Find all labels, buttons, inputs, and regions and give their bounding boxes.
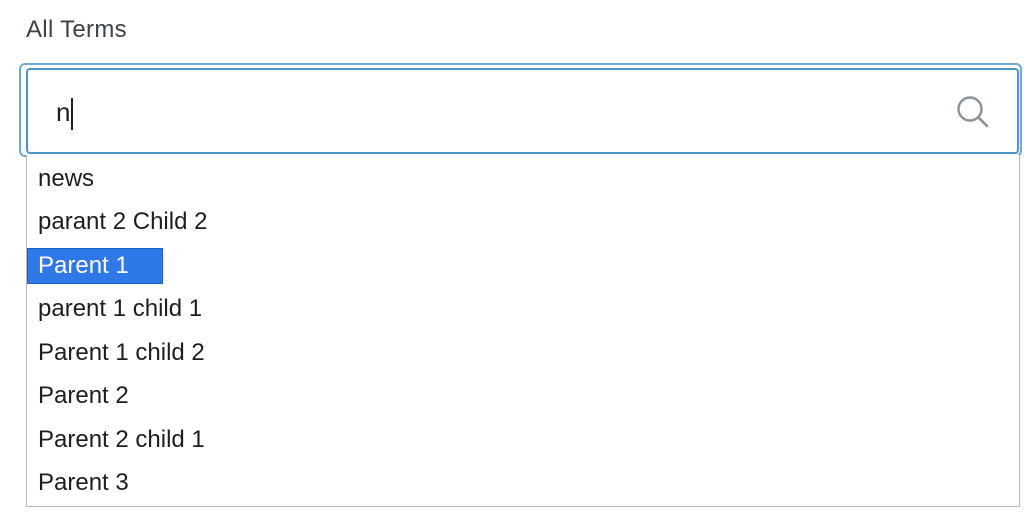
suggestion-option[interactable]: parant 2 Child 2 (27, 204, 235, 240)
suggestion-option[interactable]: news (27, 161, 122, 197)
search-input[interactable] (56, 86, 936, 138)
suggestion-option[interactable]: Parent 2 child 1 (27, 422, 233, 458)
text-caret (71, 98, 73, 130)
suggestion-option[interactable]: Parent 3 (27, 465, 157, 501)
suggestion-option-highlighted[interactable]: Parent 1 (27, 248, 163, 284)
search-icon[interactable] (955, 94, 991, 130)
suggestion-list: news parant 2 Child 2 Parent 1 parent 1 … (26, 155, 1020, 507)
suggestion-option[interactable]: Parent 1 child 2 (27, 335, 233, 371)
field-label: All Terms (26, 16, 127, 43)
suggestion-option[interactable]: Parent 2 (27, 378, 157, 414)
suggestion-option[interactable]: parent 1 child 1 (27, 291, 230, 327)
search-field[interactable] (26, 68, 1019, 154)
